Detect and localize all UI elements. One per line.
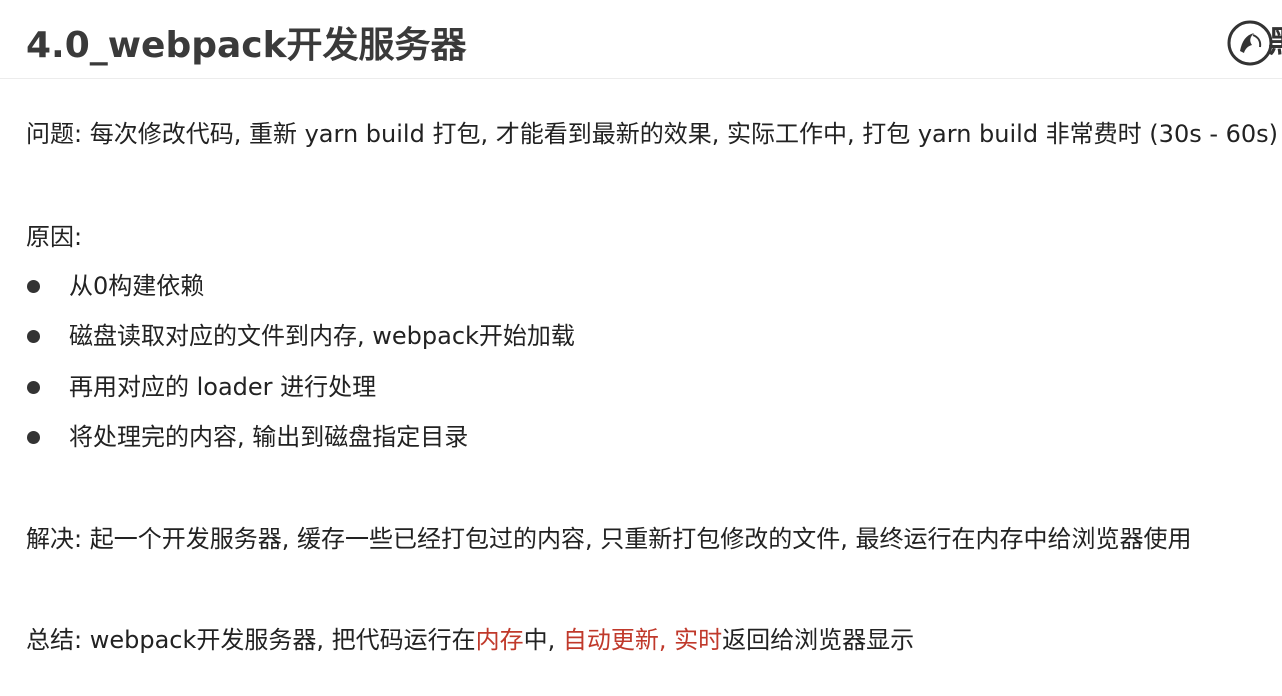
- bullet-icon: [27, 280, 40, 293]
- list-item-text: 磁盘读取对应的文件到内存, webpack开始加载: [69, 322, 575, 350]
- bullet-icon: [27, 381, 40, 394]
- solution-text: 解决: 起一个开发服务器, 缓存一些已经打包过的内容, 只重新打包修改的文件, …: [26, 525, 1192, 553]
- summary-highlight-memory: 内存: [475, 626, 524, 654]
- page-title: 4.0_webpack开发服务器: [26, 25, 467, 66]
- page-header: 4.0_webpack开发服务器 黑: [0, 0, 1282, 79]
- problem-text: 问题: 每次修改代码, 重新 yarn build 打包, 才能看到最新的效果,…: [26, 120, 1279, 148]
- logo-text: 黑: [1268, 24, 1282, 62]
- bullet-icon: [27, 431, 40, 444]
- summary-suffix: 返回给浏览器显示: [722, 626, 915, 654]
- bullet-icon: [27, 330, 40, 343]
- list-item-text: 将处理完的内容, 输出到磁盘指定目录: [69, 423, 469, 451]
- summary-prefix: 总结: webpack开发服务器, 把代码运行在: [26, 626, 476, 654]
- list-item-text: 再用对应的 loader 进行处理: [69, 373, 377, 401]
- summary-middle: 中,: [523, 626, 563, 654]
- logo-icon: [1227, 20, 1273, 66]
- reason-heading: 原因:: [26, 223, 83, 251]
- summary-highlight-realtime: 自动更新, 实时: [562, 626, 723, 654]
- summary-text: 总结: webpack开发服务器, 把代码运行在内存中, 自动更新, 实时返回给…: [26, 623, 914, 657]
- list-item-text: 从0构建依赖: [69, 272, 205, 300]
